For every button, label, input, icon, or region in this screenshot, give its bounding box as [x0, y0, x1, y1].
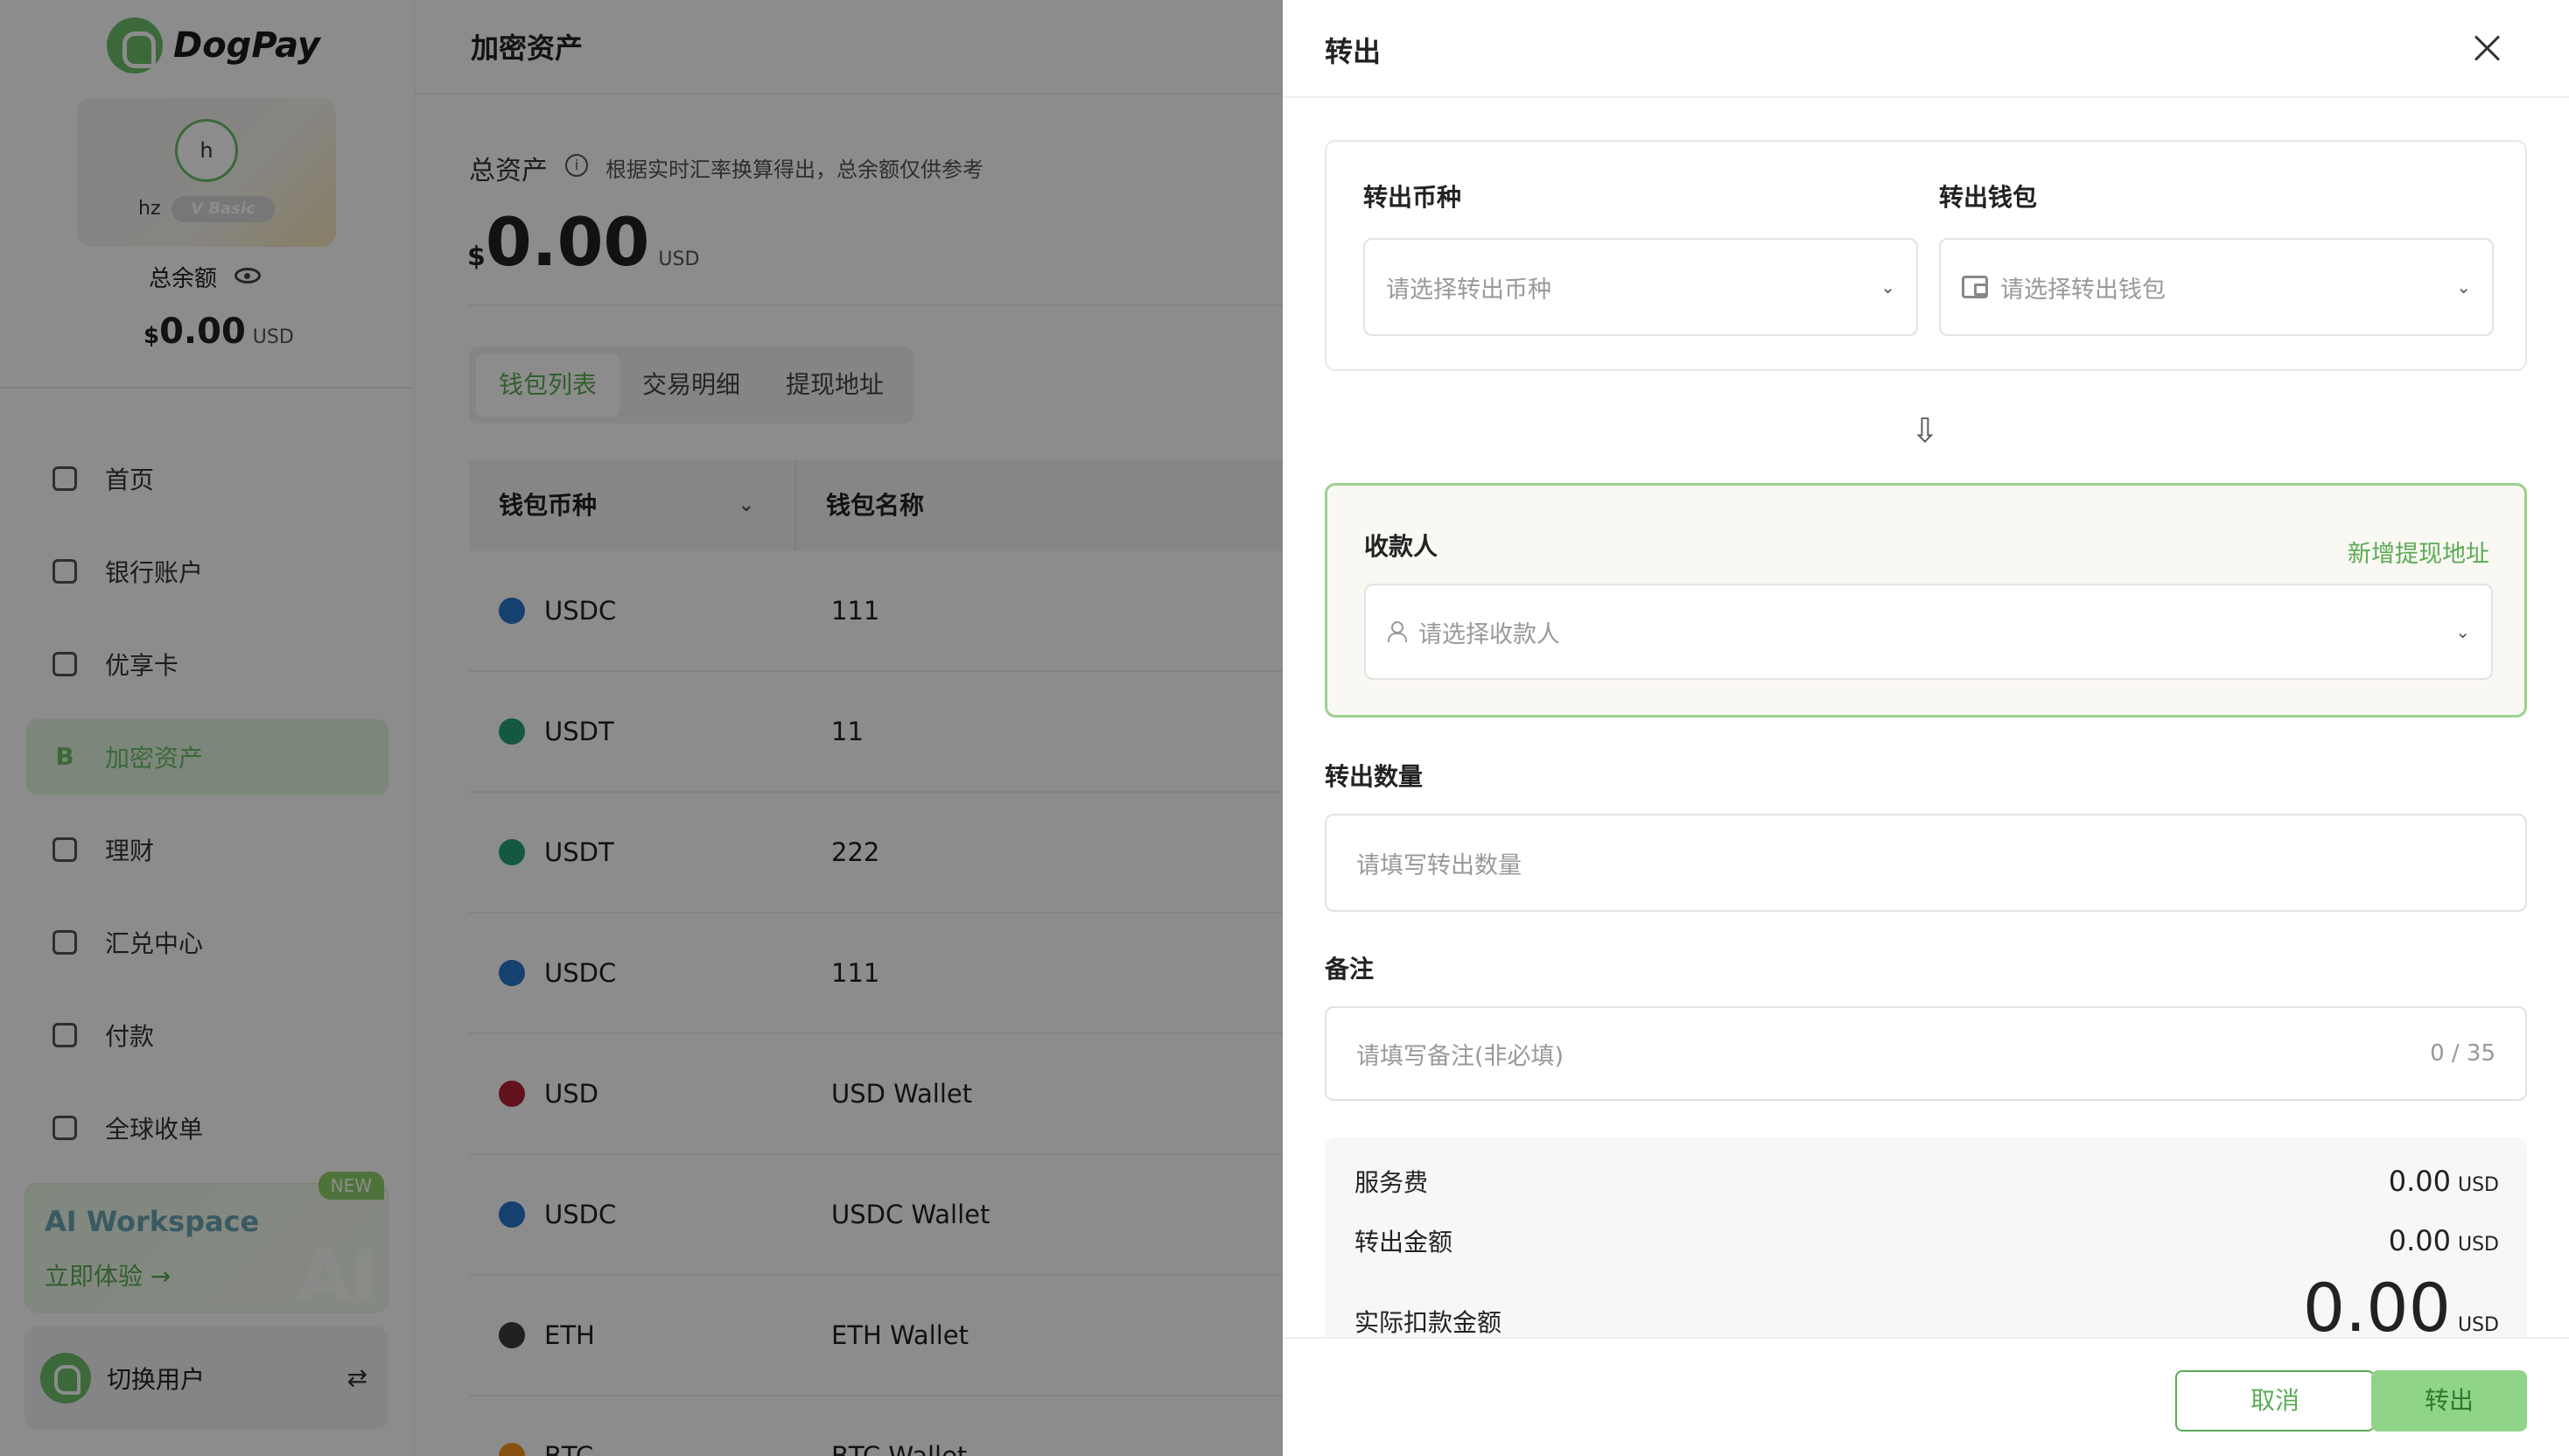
transfer-amount-row: 转出金额 0.00 USD: [1354, 1223, 2499, 1258]
recipient-select[interactable]: 请选择收款人 ⌄: [1364, 584, 2493, 680]
amount-placeholder: 请填写转出数量: [1356, 851, 1522, 879]
currency-label: 转出币种: [1363, 183, 1462, 212]
chevron-down-icon: ⌄: [2455, 621, 2470, 642]
arrow-down-icon: ⇩: [1911, 411, 1939, 450]
drawer-title: 转出: [1325, 35, 1382, 68]
cancel-button[interactable]: 取消: [2175, 1370, 2375, 1432]
wallet-icon: [1962, 276, 1988, 298]
amount-input[interactable]: 请填写转出数量: [1325, 814, 2527, 912]
currency-placeholder: 请选择转出币种: [1386, 276, 1551, 304]
actual-debit-unit: USD: [2457, 1314, 2499, 1336]
fee-value: 0.00 USD: [2389, 1165, 2499, 1198]
note-input[interactable]: 请填写备注(非必填) 0 / 35: [1325, 1006, 2527, 1101]
chevron-down-icon: ⌄: [1880, 276, 1895, 298]
transfer-amount: 0.00: [2388, 1224, 2451, 1257]
add-withdraw-address-link[interactable]: 新增提现地址: [2348, 535, 2489, 569]
source-section: 转出币种 请选择转出币种 ⌄ 转出钱包 请选择转出钱包 ⌄: [1325, 140, 2527, 371]
fee-amount: 0.00: [2388, 1165, 2451, 1198]
wallet-placeholder: 请选择转出钱包: [2000, 276, 2166, 304]
transfer-out-button[interactable]: 转出: [2371, 1370, 2527, 1432]
actual-debit-label: 实际扣款金额: [1354, 1308, 1502, 1337]
actual-debit-row: 实际扣款金额 0.00 USD: [1354, 1269, 2499, 1339]
note-label: 备注: [1325, 955, 1375, 984]
transfer-out-drawer: 转出 转出币种 请选择转出币种 ⌄ 转出钱包 请选择转出钱包 ⌄ ⇩ 收款人 新…: [1283, 0, 2569, 1456]
fee-row: 服务费 0.00 USD: [1354, 1164, 2499, 1199]
amount-summary: 服务费 0.00 USD 转出金额 0.00 USD 实际扣款金额 0.00 U…: [1325, 1138, 2527, 1339]
note-counter: 0 / 35: [2430, 1040, 2496, 1067]
close-icon[interactable]: [2469, 30, 2504, 65]
drawer-footer: 取消 转出: [1283, 1337, 2569, 1456]
wallet-select[interactable]: 请选择转出钱包 ⌄: [1939, 238, 2494, 336]
transfer-unit: USD: [2457, 1234, 2499, 1256]
recipient-label: 收款人: [1364, 532, 1438, 561]
fee-label: 服务费: [1354, 1168, 1429, 1197]
recipient-placeholder: 请选择收款人: [1418, 620, 1560, 648]
fee-unit: USD: [2457, 1174, 2499, 1196]
drawer-header: 转出: [1283, 0, 2569, 98]
note-placeholder: 请填写备注(非必填): [1356, 1042, 1564, 1070]
modal-overlay[interactable]: [0, 0, 1283, 1456]
actual-debit-value: 0.00 USD: [2303, 1269, 2499, 1339]
recipient-section: 收款人 新增提现地址 请选择收款人 ⌄: [1325, 483, 2527, 718]
currency-select[interactable]: 请选择转出币种 ⌄: [1363, 238, 1918, 336]
wallet-label: 转出钱包: [1939, 183, 2038, 212]
amount-label: 转出数量: [1325, 762, 1424, 791]
chevron-down-icon: ⌄: [2456, 276, 2471, 298]
transfer-amount-label: 转出金额: [1354, 1228, 1453, 1256]
transfer-amount-value: 0.00 USD: [2389, 1224, 2499, 1257]
user-icon: [1387, 621, 1407, 642]
actual-debit-amount: 0.00: [2302, 1269, 2451, 1339]
